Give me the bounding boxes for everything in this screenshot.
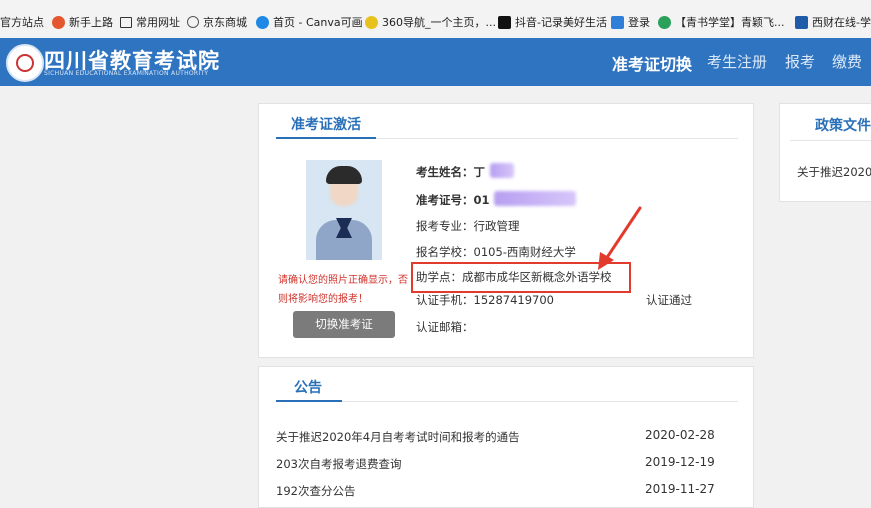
policy-link[interactable]: 关于推迟2020 — [797, 164, 871, 180]
bookmark-item[interactable]: 【青书学堂】青颖飞... — [658, 14, 785, 30]
notice-item[interactable]: 203次自考报考退费查询 — [276, 456, 401, 472]
center-row: 助学点：成都市成华区新概念外语学校 — [416, 269, 612, 285]
activation-title-underline — [276, 137, 376, 139]
phone-status: 认证通过 — [646, 293, 692, 307]
nav-register[interactable]: 考生注册 — [707, 51, 767, 72]
notice-date: 2019-12-19 — [645, 455, 715, 469]
school-row: 报名学校：0105-西南财经大学 — [416, 244, 576, 260]
nav-switch-ticket[interactable]: 准考证切换 — [612, 51, 692, 75]
email-row: 认证邮箱： — [416, 319, 474, 335]
tiktok-icon — [498, 15, 511, 29]
red-arrow-annotation — [598, 206, 642, 270]
bookmark-label: 常用网址 — [136, 16, 180, 29]
notice-item[interactable]: 192次查分公告 — [276, 483, 355, 499]
photo-warning-line2: 则将影响您的报考！ — [278, 294, 368, 305]
school-label: 报名学校： — [416, 245, 474, 259]
name-value: 丁 — [473, 165, 486, 179]
bookmark-item[interactable]: 首页 - Canva可画 — [256, 14, 363, 30]
policy-title: 政策文件 — [815, 118, 871, 134]
name-blur-mask — [490, 163, 514, 178]
folder-icon — [120, 16, 132, 28]
firefox-icon — [52, 15, 65, 29]
divider — [790, 140, 871, 141]
nav-pay[interactable]: 缴费 — [832, 51, 862, 72]
bookmark-item[interactable]: 360导航_一个主页，... — [365, 14, 496, 30]
divider — [376, 138, 738, 139]
notice-title: 公告 — [294, 380, 322, 396]
bookmark-item[interactable]: 登录 — [611, 14, 650, 30]
phone-value: 15287419700 — [473, 293, 554, 307]
bookmark-item[interactable]: 常用网址 — [120, 14, 180, 30]
divider — [342, 401, 738, 402]
notice-title-underline — [276, 400, 342, 402]
bookmark-item[interactable]: 西财在线-学业 — [795, 14, 871, 30]
photo-warning-line1: 请确认您的照片正确显示，否 — [278, 275, 408, 286]
bookmark-label: 京东商城 — [203, 16, 247, 29]
bookmark-item[interactable]: 官方站点 — [0, 14, 44, 30]
name-label: 考生姓名： — [416, 165, 474, 179]
bookmarks-bar: 官方站点 新手上路 常用网址 京东商城 首页 - Canva可画 360导航_一… — [0, 0, 871, 39]
activation-title: 准考证激活 — [291, 117, 361, 133]
login-icon — [611, 15, 624, 29]
notice-item[interactable]: 关于推迟2020年4月自考考试时间和报考的通告 — [276, 429, 520, 445]
bookmark-label: 抖音-记录美好生活 — [515, 16, 607, 29]
bookmark-item[interactable]: 新手上路 — [52, 14, 113, 30]
switch-ticket-button[interactable]: 切换准考证 — [293, 311, 395, 338]
bookmark-label: 首页 - Canva可画 — [273, 16, 363, 29]
bookmark-label: 【青书学堂】青颖飞... — [675, 16, 785, 29]
bookmark-item[interactable]: 抖音-记录美好生活 — [498, 14, 607, 30]
phone-row: 认证手机：15287419700 — [416, 292, 554, 308]
bookmark-label: 官方站点 — [0, 16, 44, 29]
major-row: 报考专业：行政管理 — [416, 218, 520, 234]
bookmark-item[interactable]: 京东商城 — [187, 14, 247, 30]
qingshu-icon — [658, 15, 671, 29]
major-value: 行政管理 — [473, 219, 520, 233]
ticket-blur-mask — [494, 191, 576, 206]
center-value: 成都市成华区新概念外语学校 — [462, 270, 612, 284]
bookmark-label: 新手上路 — [69, 16, 113, 29]
nav-apply[interactable]: 报考 — [785, 51, 815, 72]
canva-icon — [256, 15, 269, 29]
phone-label: 认证手机： — [416, 293, 474, 307]
globe-icon — [187, 16, 199, 28]
center-label: 助学点： — [416, 270, 462, 284]
bookmark-label: 西财在线-学业 — [812, 16, 871, 29]
bookmark-label: 360导航_一个主页，... — [382, 16, 496, 29]
notice-date: 2020-02-28 — [645, 428, 715, 442]
candidate-photo — [306, 160, 382, 260]
ticket-label: 准考证号： — [416, 193, 474, 207]
swufe-icon — [795, 15, 808, 29]
site-subtitle: SICHUAN EDUCATIONAL EXAMINATION AUTHORIT… — [44, 70, 209, 77]
school-value: 0105-西南财经大学 — [473, 245, 576, 259]
bookmark-label: 登录 — [628, 16, 650, 29]
360-icon — [365, 15, 378, 29]
ticket-value: 01 — [473, 193, 490, 207]
notice-date: 2019-11-27 — [645, 482, 715, 496]
email-label: 认证邮箱： — [416, 320, 474, 334]
name-row: 考生姓名：丁 — [416, 164, 485, 180]
logo-seal-icon — [6, 44, 44, 82]
ticket-row: 准考证号：01 — [416, 192, 490, 208]
major-label: 报考专业： — [416, 219, 474, 233]
